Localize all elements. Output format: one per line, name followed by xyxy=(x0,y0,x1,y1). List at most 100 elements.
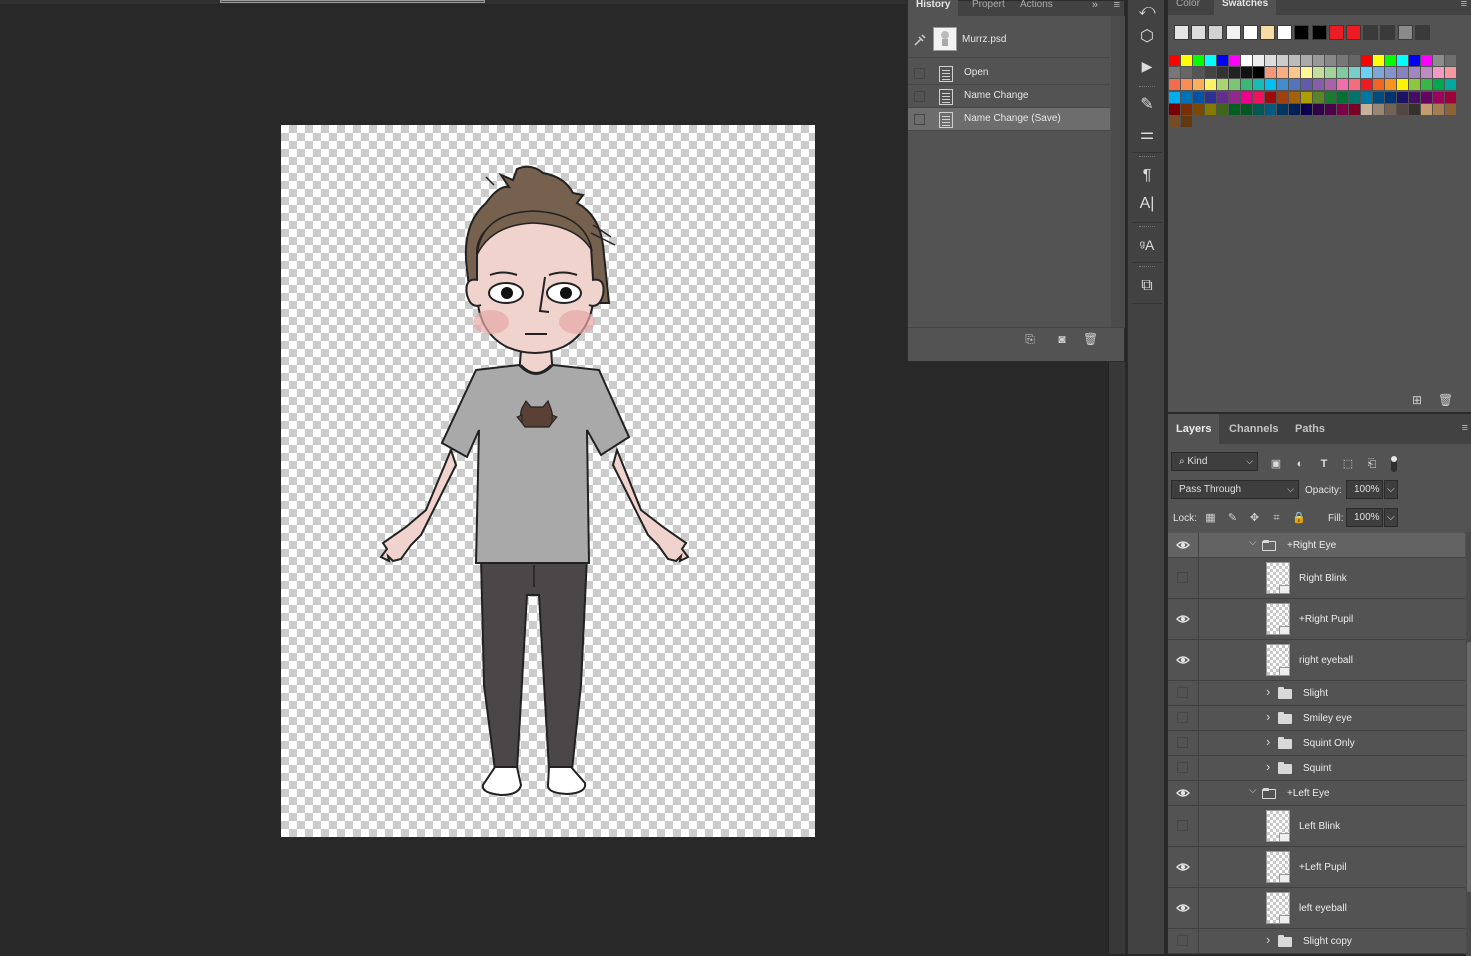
recent-swatch[interactable] xyxy=(1260,25,1275,40)
swatch[interactable] xyxy=(1373,79,1384,91)
swatch[interactable] xyxy=(1193,103,1204,115)
panel-menu-icon[interactable]: ≡ xyxy=(1114,0,1120,11)
swatch[interactable] xyxy=(1181,55,1192,66)
smart-object-filter-icon[interactable]: ⎗ xyxy=(1365,457,1379,471)
lock-artboard-icon[interactable]: ⌗ xyxy=(1270,512,1283,525)
swatch[interactable] xyxy=(1313,67,1324,79)
lock-image-pixels-icon[interactable]: ✎ xyxy=(1226,512,1239,525)
swatch[interactable] xyxy=(1241,67,1252,79)
swatch[interactable] xyxy=(1181,103,1192,115)
swatch[interactable] xyxy=(1385,103,1396,115)
swatch[interactable] xyxy=(1181,79,1192,91)
swatch[interactable] xyxy=(1325,91,1336,103)
swatch[interactable] xyxy=(1301,55,1312,66)
trash-icon[interactable]: 🗑 xyxy=(1083,332,1098,346)
lock-position-icon[interactable]: ✥ xyxy=(1248,512,1261,525)
swatch[interactable] xyxy=(1409,103,1420,115)
swatch[interactable] xyxy=(1361,67,1372,79)
recent-swatch[interactable] xyxy=(1311,25,1327,40)
layer-row[interactable]: Right Blink xyxy=(1168,558,1465,599)
swatch[interactable] xyxy=(1361,103,1372,115)
tab-color[interactable]: Color xyxy=(1168,0,1208,15)
swatch[interactable] xyxy=(1277,91,1288,103)
swatch[interactable] xyxy=(1433,67,1444,79)
swatch[interactable] xyxy=(1301,67,1312,79)
swatch[interactable] xyxy=(1265,79,1276,91)
swatch[interactable] xyxy=(1445,55,1456,66)
visibility-toggle[interactable] xyxy=(1177,572,1188,583)
swatch[interactable] xyxy=(1421,91,1432,103)
recent-swatch[interactable] xyxy=(1225,25,1241,40)
3d-icon[interactable]: ⬡ xyxy=(1136,26,1158,48)
swatch[interactable] xyxy=(1301,103,1312,115)
document-canvas[interactable] xyxy=(281,125,815,837)
recent-swatch[interactable] xyxy=(1328,25,1344,40)
layer-row[interactable]: +Right Pupil xyxy=(1168,599,1465,640)
fill-input[interactable]: 100% xyxy=(1346,508,1383,527)
chevron-down-icon[interactable]: ⌵ xyxy=(1249,537,1257,548)
swatch[interactable] xyxy=(1373,103,1384,115)
swatch[interactable] xyxy=(1337,79,1348,91)
swatch[interactable] xyxy=(1301,91,1312,103)
brush-presets-icon[interactable]: ✎ xyxy=(1136,94,1158,116)
swatch[interactable] xyxy=(1253,67,1264,79)
swatch[interactable] xyxy=(1253,91,1264,103)
swatch[interactable] xyxy=(1169,55,1180,66)
swatch[interactable] xyxy=(1169,103,1180,115)
swatch[interactable] xyxy=(1361,91,1372,103)
swatch[interactable] xyxy=(1289,103,1300,115)
swatch[interactable] xyxy=(1445,103,1456,115)
swatch[interactable] xyxy=(1241,55,1252,66)
swatch[interactable] xyxy=(1205,67,1216,79)
chevron-right-icon[interactable]: › xyxy=(1266,709,1270,724)
swatch[interactable] xyxy=(1361,55,1372,66)
swatch[interactable] xyxy=(1289,79,1300,91)
recent-swatch[interactable] xyxy=(1174,25,1189,40)
swatch[interactable] xyxy=(1169,79,1180,91)
swatch[interactable] xyxy=(1193,67,1204,79)
chevron-down-icon[interactable]: ⌵ xyxy=(1249,785,1257,796)
recent-swatch[interactable] xyxy=(1363,25,1379,40)
swatch[interactable] xyxy=(1361,79,1372,91)
horizontal-scroll-thumb[interactable] xyxy=(220,0,485,3)
visibility-toggle[interactable] xyxy=(1177,820,1188,831)
swatch[interactable] xyxy=(1397,79,1408,91)
recent-swatch[interactable] xyxy=(1414,25,1430,40)
swatch[interactable] xyxy=(1169,67,1180,79)
lock-transparent-pixels-icon[interactable]: ▦ xyxy=(1204,512,1217,525)
adjustments-icon[interactable]: ⚌ xyxy=(1136,124,1158,146)
swatch[interactable] xyxy=(1289,91,1300,103)
visibility-toggle[interactable] xyxy=(1177,762,1188,773)
chevron-right-icon[interactable]: › xyxy=(1266,734,1270,749)
history-state-name-change-save[interactable]: Name Change (Save) xyxy=(908,108,1110,131)
layer-row[interactable]: +Left Pupil xyxy=(1168,847,1465,888)
recent-swatch[interactable] xyxy=(1380,25,1396,40)
recent-swatch[interactable] xyxy=(1397,25,1413,40)
visibility-toggle[interactable] xyxy=(1177,935,1188,946)
chevron-right-icon[interactable]: › xyxy=(1266,684,1270,699)
swatch[interactable] xyxy=(1445,91,1456,103)
swatch[interactable] xyxy=(1337,67,1348,79)
character-icon[interactable]: A| xyxy=(1136,193,1158,215)
chevron-right-icon[interactable]: › xyxy=(1266,932,1270,947)
swatch[interactable] xyxy=(1433,55,1444,66)
adjustment-layer-filter-icon[interactable]: ◐ xyxy=(1293,457,1307,471)
swatch[interactable] xyxy=(1229,103,1240,115)
layer-row[interactable]: ⌵ +Left Eye xyxy=(1168,781,1465,806)
swatch[interactable] xyxy=(1205,79,1216,91)
swatch[interactable] xyxy=(1385,55,1396,66)
recent-swatch[interactable] xyxy=(1242,25,1258,40)
swatch[interactable] xyxy=(1325,67,1336,79)
swatch[interactable] xyxy=(1193,55,1204,66)
swatch[interactable] xyxy=(1229,79,1240,91)
swatch[interactable] xyxy=(1277,67,1288,79)
swatch[interactable] xyxy=(1265,91,1276,103)
history-scrollbar[interactable] xyxy=(1111,16,1125,328)
swatch[interactable] xyxy=(1337,55,1348,66)
swatch[interactable] xyxy=(1373,55,1384,66)
swatch[interactable] xyxy=(1301,79,1312,91)
history-snapshot[interactable]: Murrz.psd xyxy=(908,22,1110,58)
swatch[interactable] xyxy=(1193,79,1204,91)
blend-mode-select[interactable]: Pass Through ⌵ xyxy=(1171,480,1299,499)
history-brush-checkbox[interactable] xyxy=(914,91,925,102)
